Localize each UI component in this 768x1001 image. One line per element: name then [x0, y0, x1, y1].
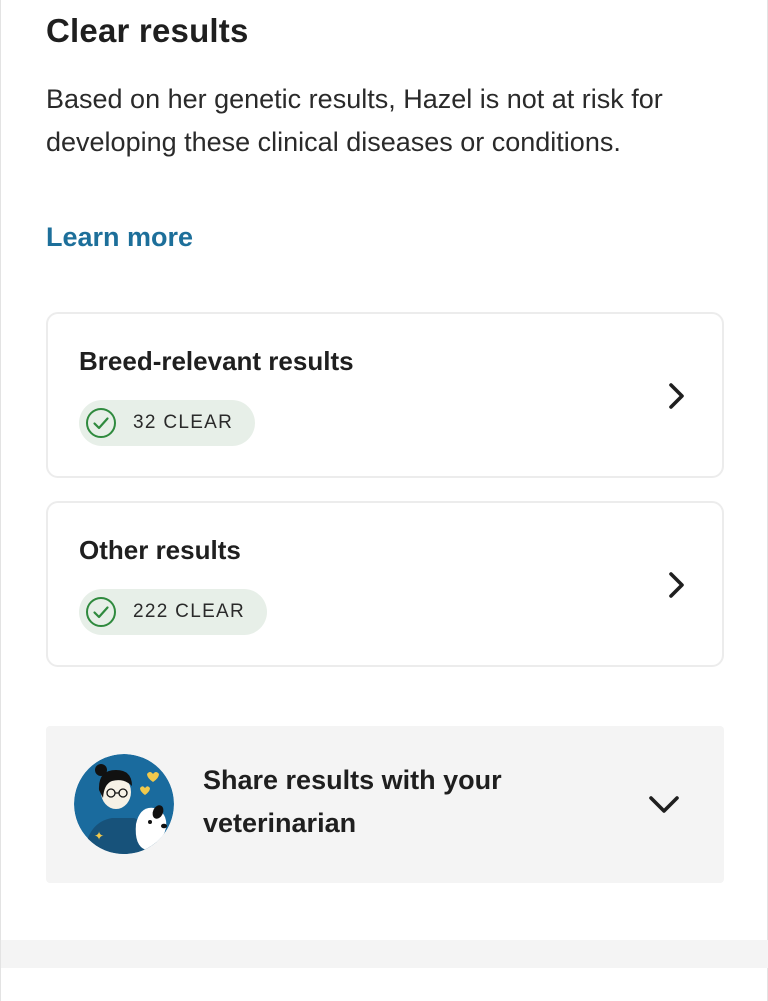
svg-text:✦: ✦ — [94, 829, 104, 843]
learn-more-link[interactable]: Learn more — [46, 222, 193, 253]
other-results-card[interactable]: Other results 222 CLEAR — [46, 501, 724, 667]
badge-label: 222 CLEAR — [133, 601, 246, 622]
clear-count-badge: 222 CLEAR — [79, 589, 268, 635]
section-title: Clear results — [46, 12, 249, 49]
share-results-label: Share results with your veterinarian — [203, 765, 502, 838]
chevron-right-icon — [664, 569, 688, 601]
breed-relevant-results-card[interactable]: Breed-relevant results 32 CLEAR — [46, 312, 724, 478]
section-divider — [1, 940, 768, 968]
vet-with-dog-illustration: ✦ — [74, 754, 174, 854]
card-title: Other results — [79, 535, 241, 565]
check-circle-icon — [85, 596, 117, 628]
chevron-down-icon[interactable] — [646, 790, 682, 818]
chevron-right-icon — [664, 380, 688, 412]
clear-results-page: Clear results Based on her genetic resul… — [0, 0, 768, 1001]
badge-label: 32 CLEAR — [133, 412, 234, 433]
share-with-veterinarian-panel[interactable]: ✦ Share results with your veterinarian — [46, 726, 724, 883]
card-title: Breed-relevant results — [79, 346, 354, 376]
clear-count-badge: 32 CLEAR — [79, 400, 256, 446]
check-circle-icon — [85, 407, 117, 439]
section-description: Based on her genetic results, Hazel is n… — [46, 84, 663, 157]
